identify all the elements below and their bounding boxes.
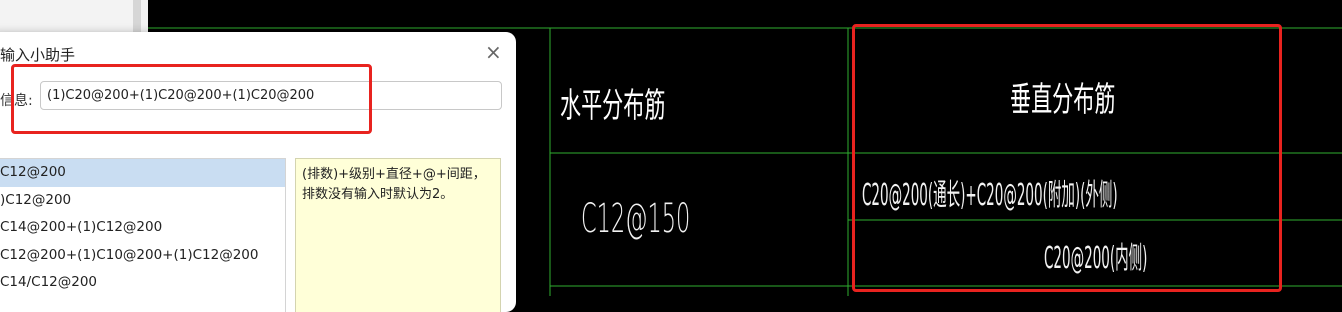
cad-value-vertical-line1: C20@200(通长)+C20@200(附加)(外侧) <box>862 178 1118 213</box>
cad-header-vertical: 垂直分布筋 <box>1010 80 1116 120</box>
cad-value-vertical-line2: C20@200(内侧) <box>1044 241 1148 276</box>
close-icon[interactable]: × <box>485 42 502 62</box>
dialog-title: 输入小助手 <box>0 46 76 64</box>
info-input[interactable] <box>40 81 502 110</box>
list-item[interactable]: C12@200 <box>0 159 285 187</box>
list-item[interactable]: C14@200+(1)C12@200 <box>0 214 285 242</box>
cad-value-horizontal: C12@150 <box>581 196 691 242</box>
info-label: 信息: <box>0 93 33 109</box>
cad-header-horizontal: 水平分布筋 <box>560 86 666 126</box>
format-list[interactable]: C12@200 )C12@200 C14@200+(1)C12@200 C12@… <box>0 158 286 312</box>
list-item[interactable]: )C12@200 <box>0 187 285 215</box>
list-item[interactable]: C12@200+(1)C10@200+(1)C12@200 <box>0 242 285 270</box>
list-item[interactable]: C14/C12@200 <box>0 269 285 297</box>
input-helper-dialog: 输入小助手 × 信息: C12@200 )C12@200 C14@200+(1)… <box>0 32 516 312</box>
format-hint-panel: (排数)+级别+直径+@+间距，排数没有输入时默认为2。 <box>295 158 501 312</box>
